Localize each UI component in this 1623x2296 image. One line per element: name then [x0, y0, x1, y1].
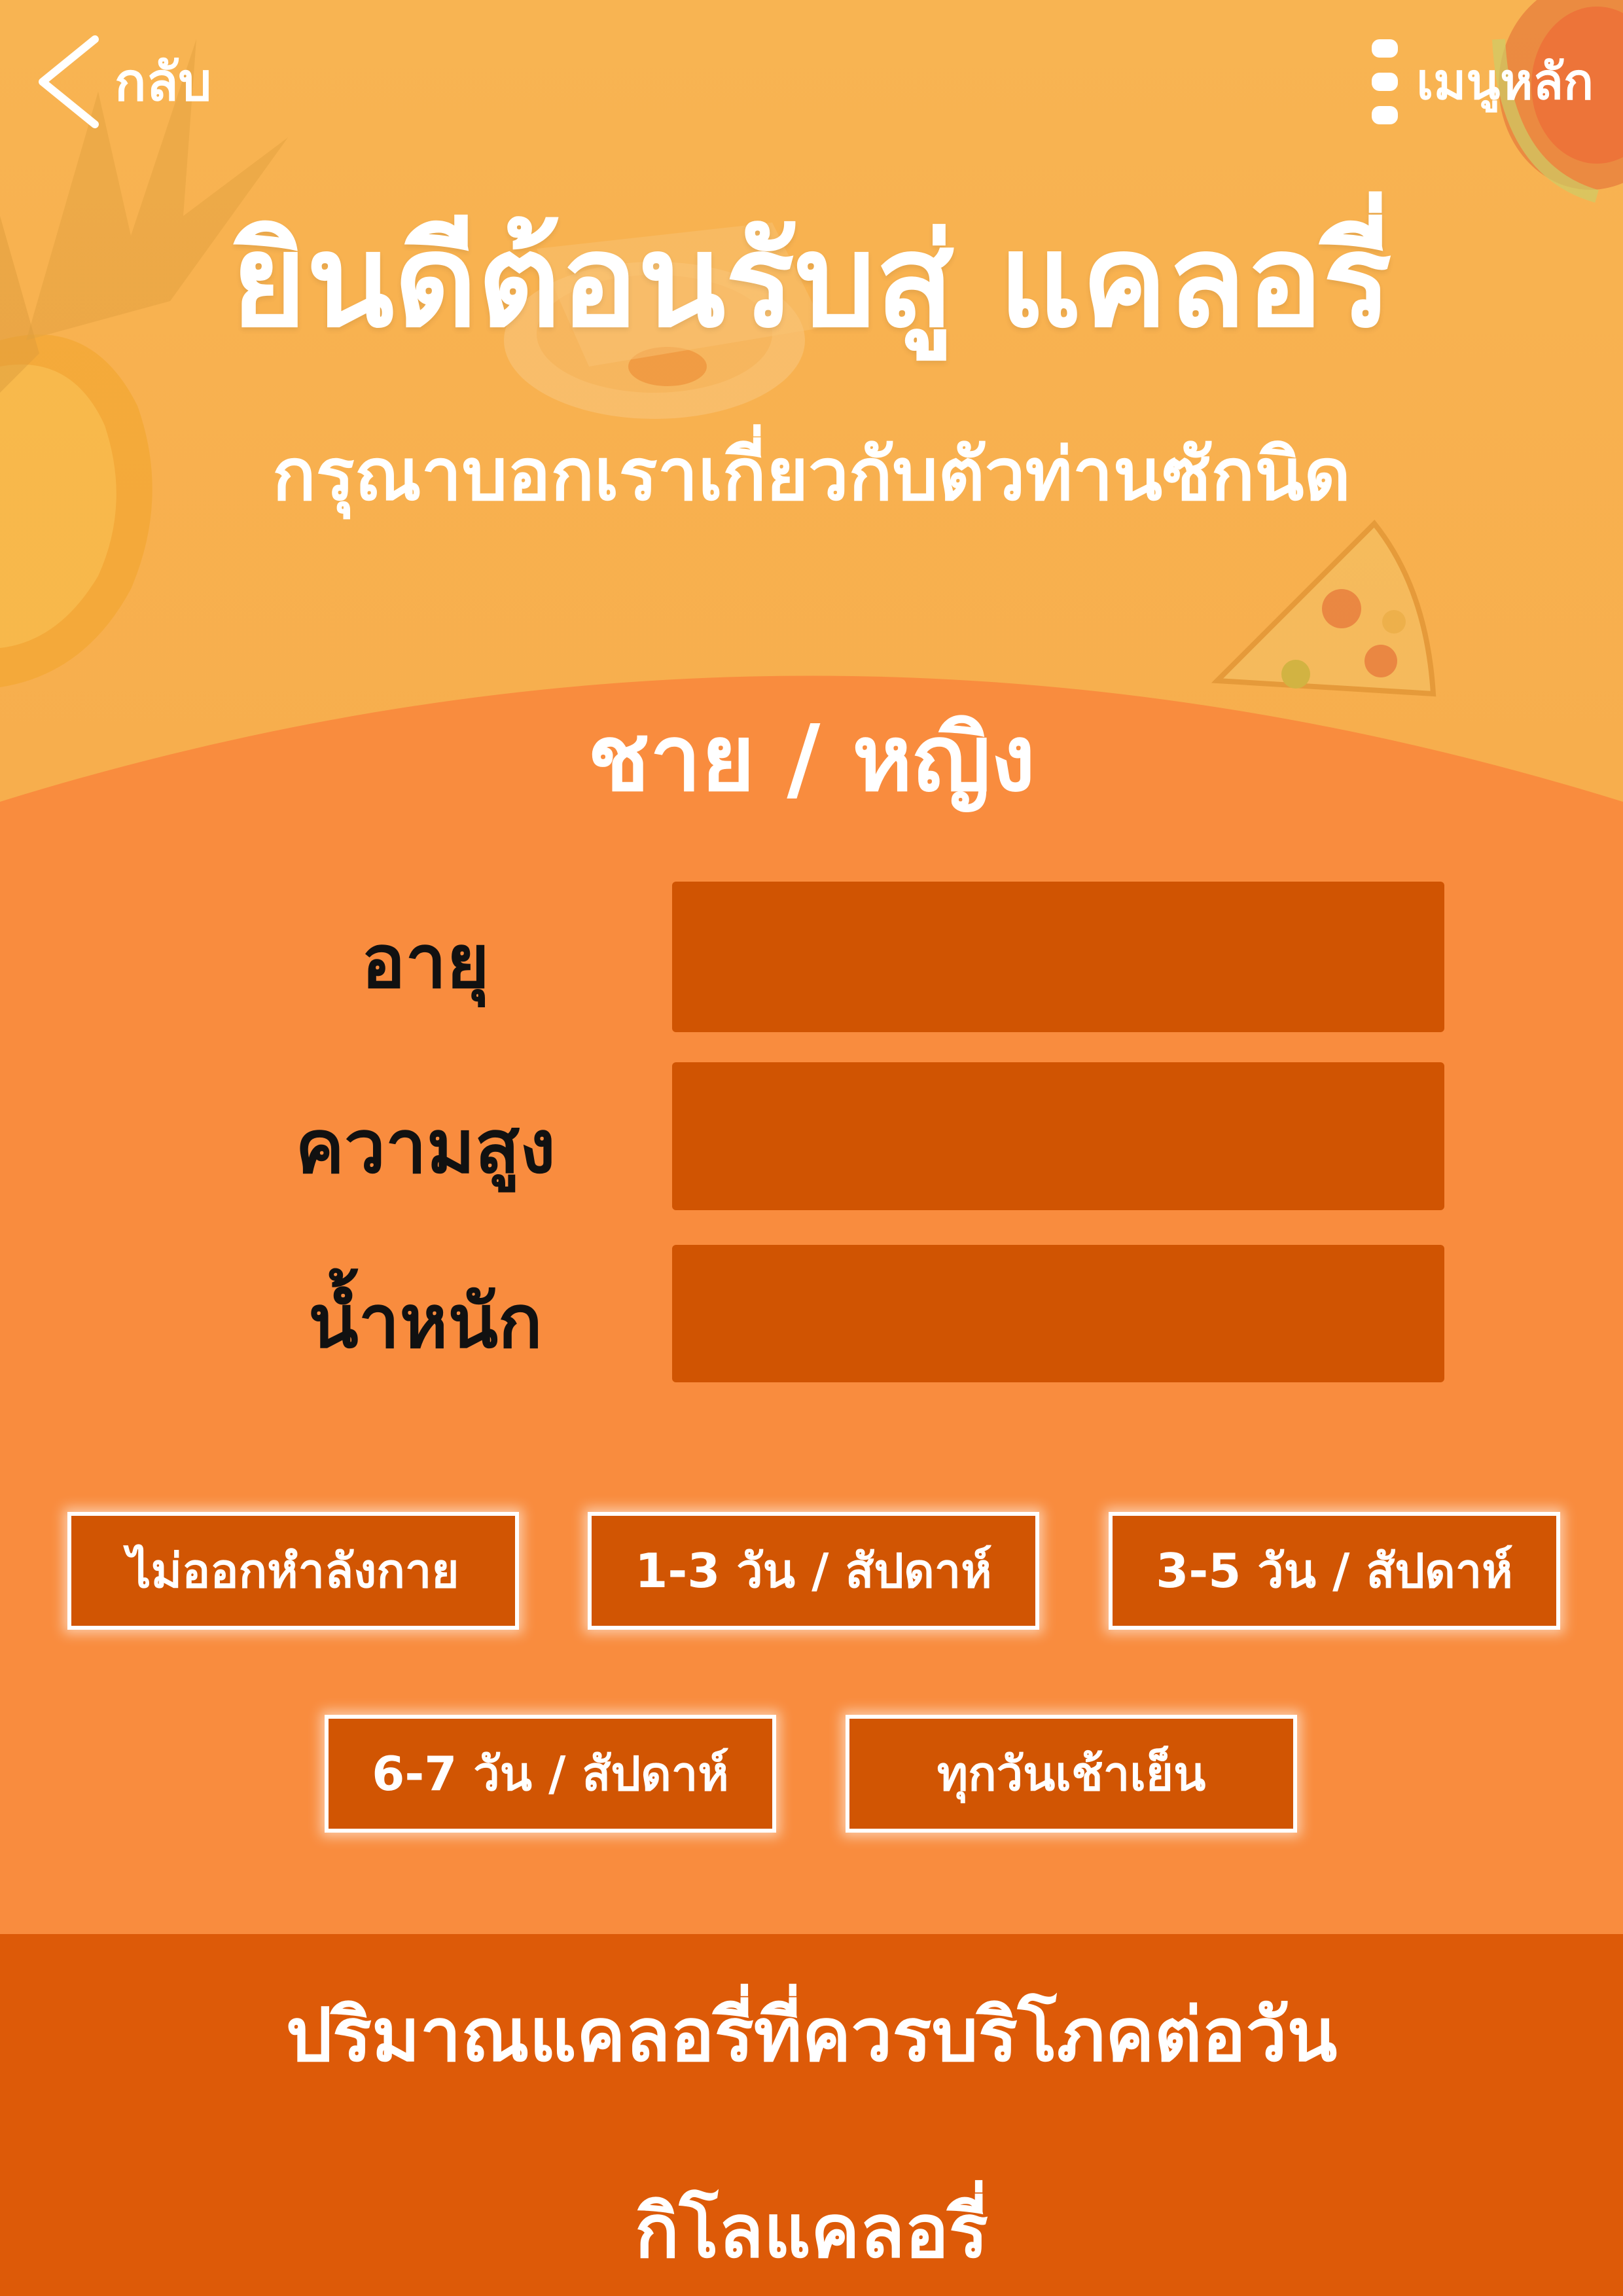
activity-6-7-days-button[interactable]: 6-7 วัน / สัปดาห์ [325, 1715, 776, 1833]
activity-3-5-days-button[interactable]: 3-5 วัน / สัปดาห์ [1109, 1512, 1560, 1630]
vertical-dots-icon [1372, 39, 1399, 124]
page-title: ยินดีต้อนรับสู่ แคลอรี่ [231, 207, 1392, 356]
back-label: กลับ [115, 51, 212, 113]
page: กลับ เมนูหลัก ยินดีต้อนรับสู่ แคลอรี่ กร… [0, 0, 1623, 2296]
age-input[interactable] [672, 882, 1444, 1032]
daily-calorie-title: ปริมาณแคลอรี่ที่ควรบริโภคต่อวัน [285, 1993, 1338, 2078]
activity-daily-button[interactable]: ทุกวันเช้าเย็น [846, 1715, 1297, 1833]
height-label: ความสูง [295, 1105, 556, 1190]
activity-1-3-days-button[interactable]: 1-3 วัน / สัปดาห์ [588, 1512, 1039, 1630]
height-input[interactable] [672, 1062, 1444, 1210]
back-button[interactable]: กลับ [29, 33, 211, 131]
calorie-unit: กิโลแคลอรี่ [635, 2189, 988, 2274]
gender-selector[interactable]: ชาย / หญิง [0, 700, 1623, 818]
weight-input[interactable] [672, 1245, 1444, 1382]
chevron-left-icon [39, 35, 99, 128]
page-subtitle: กรุณาบอกเราเกี่ยวกับตัวท่านซักนิด [272, 433, 1351, 516]
weight-label: น้ำหนัก [308, 1280, 543, 1365]
activity-none-button[interactable]: ไม่ออกหำลังกาย [67, 1512, 519, 1630]
age-label: อายุ [361, 920, 490, 1005]
main-menu-button[interactable]: เมนูหลัก [1365, 33, 1594, 131]
main-menu-label: เมนูหลัก [1416, 52, 1594, 111]
